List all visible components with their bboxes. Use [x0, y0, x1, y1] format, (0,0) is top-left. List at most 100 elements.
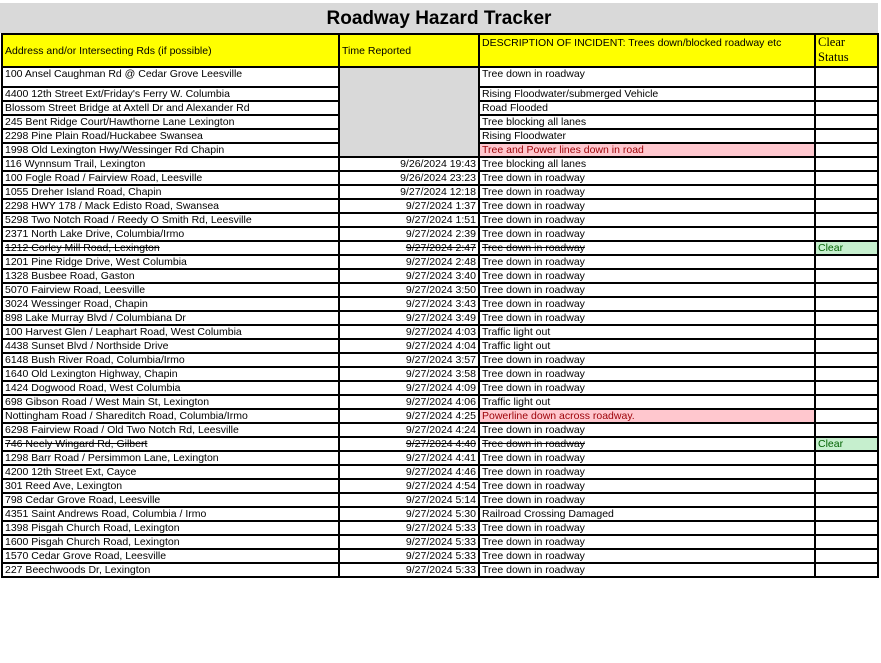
- status-cell[interactable]: [814, 478, 879, 494]
- address-cell[interactable]: 1298 Barr Road / Persimmon Lane, Lexingt…: [1, 450, 340, 466]
- address-cell[interactable]: 116 Wynnsum Trail, Lexington: [1, 156, 340, 172]
- description-cell[interactable]: Tree down in roadway: [478, 170, 816, 186]
- status-cell[interactable]: [814, 128, 879, 144]
- description-cell[interactable]: Rising Floodwater/submerged Vehicle: [478, 86, 816, 102]
- description-cell[interactable]: Railroad Crossing Damaged: [478, 506, 816, 522]
- time-cell[interactable]: 9/27/2024 2:39: [338, 226, 480, 242]
- address-cell[interactable]: 4351 Saint Andrews Road, Columbia / Irmo: [1, 506, 340, 522]
- status-cell[interactable]: [814, 170, 879, 186]
- time-cell[interactable]: 9/27/2024 3:57: [338, 352, 480, 368]
- time-cell[interactable]: 9/27/2024 5:33: [338, 548, 480, 564]
- description-cell[interactable]: Tree down in roadway: [478, 450, 816, 466]
- description-cell[interactable]: Tree down in roadway: [478, 254, 816, 270]
- address-cell[interactable]: 227 Beechwoods Dr, Lexington: [1, 562, 340, 578]
- time-cell[interactable]: 9/27/2024 3:58: [338, 366, 480, 382]
- time-cell[interactable]: 9/27/2024 3:40: [338, 268, 480, 284]
- time-cell[interactable]: 9/27/2024 4:54: [338, 478, 480, 494]
- address-cell[interactable]: 245 Bent Ridge Court/Hawthorne Lane Lexi…: [1, 114, 340, 130]
- status-cell[interactable]: [814, 156, 879, 172]
- description-cell[interactable]: Road Flooded: [478, 100, 816, 116]
- status-cell[interactable]: [814, 464, 879, 480]
- description-cell[interactable]: Tree blocking all lanes: [478, 156, 816, 172]
- status-cell[interactable]: [814, 394, 879, 410]
- address-cell[interactable]: 3024 Wessinger Road, Chapin: [1, 296, 340, 312]
- status-cell[interactable]: Clear: [814, 240, 879, 256]
- status-cell[interactable]: [814, 562, 879, 578]
- status-cell[interactable]: [814, 422, 879, 438]
- status-cell[interactable]: [814, 114, 879, 130]
- description-cell[interactable]: Tree down in roadway: [478, 212, 816, 228]
- status-cell[interactable]: [814, 548, 879, 564]
- description-cell[interactable]: Tree down in roadway: [478, 464, 816, 480]
- address-cell[interactable]: 1640 Old Lexington Highway, Chapin: [1, 366, 340, 382]
- description-cell[interactable]: Tree and Power lines down in road: [478, 142, 816, 158]
- address-cell[interactable]: Nottingham Road / Shareditch Road, Colum…: [1, 408, 340, 424]
- description-cell[interactable]: Tree down in roadway: [478, 436, 816, 452]
- address-cell[interactable]: 1600 Pisgah Church Road, Lexington: [1, 534, 340, 550]
- status-cell[interactable]: [814, 534, 879, 550]
- status-cell[interactable]: [814, 296, 879, 312]
- time-cell[interactable]: 9/27/2024 5:14: [338, 492, 480, 508]
- status-cell[interactable]: Clear: [814, 436, 879, 452]
- address-cell[interactable]: 6298 Fairview Road / Old Two Notch Rd, L…: [1, 422, 340, 438]
- header-address[interactable]: Address and/or Intersecting Rds (if poss…: [1, 33, 340, 68]
- description-cell[interactable]: Tree down in roadway: [478, 366, 816, 382]
- time-cell[interactable]: 9/27/2024 2:48: [338, 254, 480, 270]
- status-cell[interactable]: [814, 268, 879, 284]
- address-cell[interactable]: 5298 Two Notch Road / Reedy O Smith Rd, …: [1, 212, 340, 228]
- time-cell[interactable]: 9/27/2024 5:30: [338, 506, 480, 522]
- address-cell[interactable]: 746 Neely Wingard Rd, Gilbert: [1, 436, 340, 452]
- address-cell[interactable]: 1212 Corley Mill Road, Lexington: [1, 240, 340, 256]
- time-cell[interactable]: 9/27/2024 4:06: [338, 394, 480, 410]
- address-cell[interactable]: 1201 Pine Ridge Drive, West Columbia: [1, 254, 340, 270]
- status-cell[interactable]: [814, 492, 879, 508]
- time-cell[interactable]: 9/27/2024 4:25: [338, 408, 480, 424]
- status-cell[interactable]: [814, 520, 879, 536]
- address-cell[interactable]: 1328 Busbee Road, Gaston: [1, 268, 340, 284]
- address-cell[interactable]: 100 Ansel Caughman Rd @ Cedar Grove Lees…: [1, 66, 340, 88]
- address-cell[interactable]: 6148 Bush River Road, Columbia/Irmo: [1, 352, 340, 368]
- address-cell[interactable]: 1998 Old Lexington Hwy/Wessinger Rd Chap…: [1, 142, 340, 158]
- status-cell[interactable]: [814, 66, 879, 88]
- description-cell[interactable]: Tree down in roadway: [478, 198, 816, 214]
- status-cell[interactable]: [814, 212, 879, 228]
- status-cell[interactable]: [814, 86, 879, 102]
- status-cell[interactable]: [814, 352, 879, 368]
- address-cell[interactable]: 4200 12th Street Ext, Cayce: [1, 464, 340, 480]
- address-cell[interactable]: 898 Lake Murray Blvd / Columbiana Dr: [1, 310, 340, 326]
- status-cell[interactable]: [814, 226, 879, 242]
- status-cell[interactable]: [814, 338, 879, 354]
- time-cell[interactable]: 9/27/2024 3:49: [338, 310, 480, 326]
- status-cell[interactable]: [814, 380, 879, 396]
- header-description[interactable]: DESCRIPTION OF INCIDENT: Trees down/bloc…: [478, 33, 816, 68]
- address-cell[interactable]: 1570 Cedar Grove Road, Leesville: [1, 548, 340, 564]
- description-cell[interactable]: Tree down in roadway: [478, 534, 816, 550]
- time-cell[interactable]: 9/27/2024 4:03: [338, 324, 480, 340]
- description-cell[interactable]: Traffic light out: [478, 394, 816, 410]
- address-cell[interactable]: 2371 North Lake Drive, Columbia/Irmo: [1, 226, 340, 242]
- time-cell[interactable]: 9/27/2024 4:41: [338, 450, 480, 466]
- header-clear-status[interactable]: Clear Status: [814, 33, 879, 68]
- address-cell[interactable]: 1055 Dreher Island Road, Chapin: [1, 184, 340, 200]
- address-cell[interactable]: 5070 Fairview Road, Leesville: [1, 282, 340, 298]
- time-cell[interactable]: 9/27/2024 1:37: [338, 198, 480, 214]
- status-cell[interactable]: [814, 100, 879, 116]
- status-cell[interactable]: [814, 310, 879, 326]
- description-cell[interactable]: Rising Floodwater: [478, 128, 816, 144]
- time-cell[interactable]: 9/27/2024 2:47: [338, 240, 480, 256]
- time-cell[interactable]: 9/27/2024 5:33: [338, 520, 480, 536]
- address-cell[interactable]: 1398 Pisgah Church Road, Lexington: [1, 520, 340, 536]
- address-cell[interactable]: 2298 Pine Plain Road/Huckabee Swansea: [1, 128, 340, 144]
- time-cell[interactable]: 9/26/2024 19:43: [338, 156, 480, 172]
- address-cell[interactable]: 798 Cedar Grove Road, Leesville: [1, 492, 340, 508]
- description-cell[interactable]: Tree down in roadway: [478, 422, 816, 438]
- time-cell[interactable]: 9/27/2024 4:24: [338, 422, 480, 438]
- description-cell[interactable]: Tree down in roadway: [478, 478, 816, 494]
- status-cell[interactable]: [814, 254, 879, 270]
- status-cell[interactable]: [814, 408, 879, 424]
- time-cell[interactable]: 9/27/2024 5:33: [338, 534, 480, 550]
- description-cell[interactable]: Tree down in roadway: [478, 310, 816, 326]
- address-cell[interactable]: 2298 HWY 178 / Mack Edisto Road, Swansea: [1, 198, 340, 214]
- status-cell[interactable]: [814, 184, 879, 200]
- description-cell[interactable]: Powerline down across roadway.: [478, 408, 816, 424]
